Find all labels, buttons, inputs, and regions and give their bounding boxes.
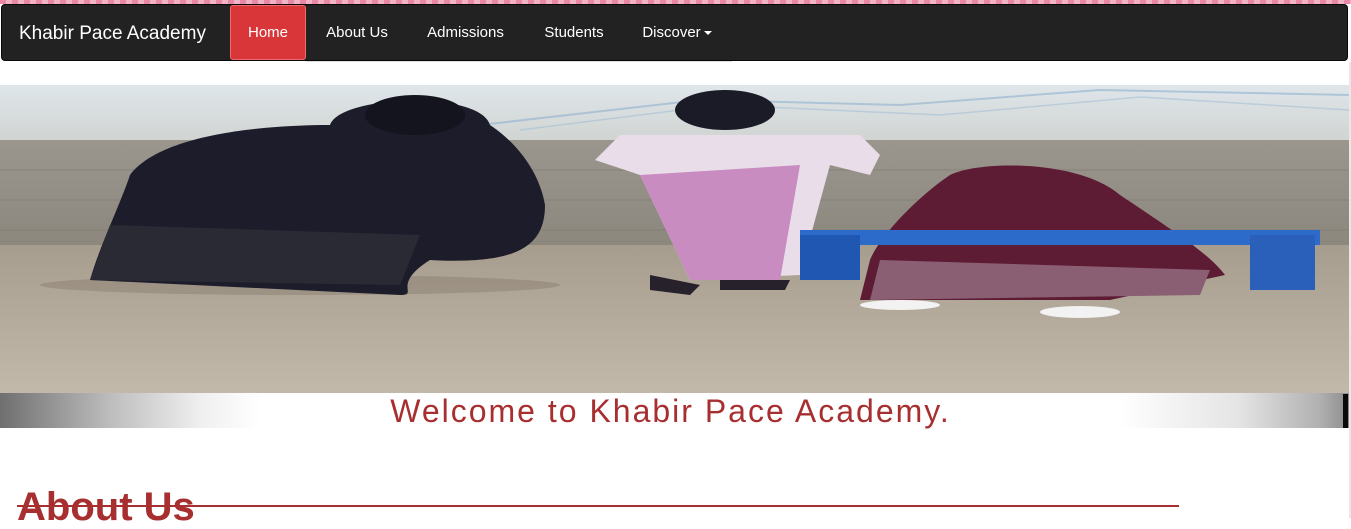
nav-discover-dropdown[interactable]: Discover: [628, 5, 726, 60]
brand-link[interactable]: Khabir Pace Academy: [19, 23, 206, 45]
about-us-divider: [17, 505, 1179, 507]
nav-discover-label: Discover: [642, 24, 701, 41]
nav-students[interactable]: Students: [530, 5, 618, 60]
banner-edge-bar: [1343, 394, 1348, 428]
nav-underline: [306, 61, 732, 62]
nav-about-us[interactable]: About Us: [313, 5, 401, 60]
nav-home[interactable]: Home: [230, 5, 306, 60]
top-navbar: Khabir Pace Academy Home About Us Admiss…: [1, 4, 1348, 62]
nav-admissions[interactable]: Admissions: [412, 5, 519, 60]
banner-photo: [0, 85, 1349, 393]
about-us-heading: About Us: [17, 485, 195, 529]
caret-down-icon: [703, 31, 712, 36]
welcome-banner-text: Welcome to Khabir Pace Academy.: [390, 393, 951, 429]
